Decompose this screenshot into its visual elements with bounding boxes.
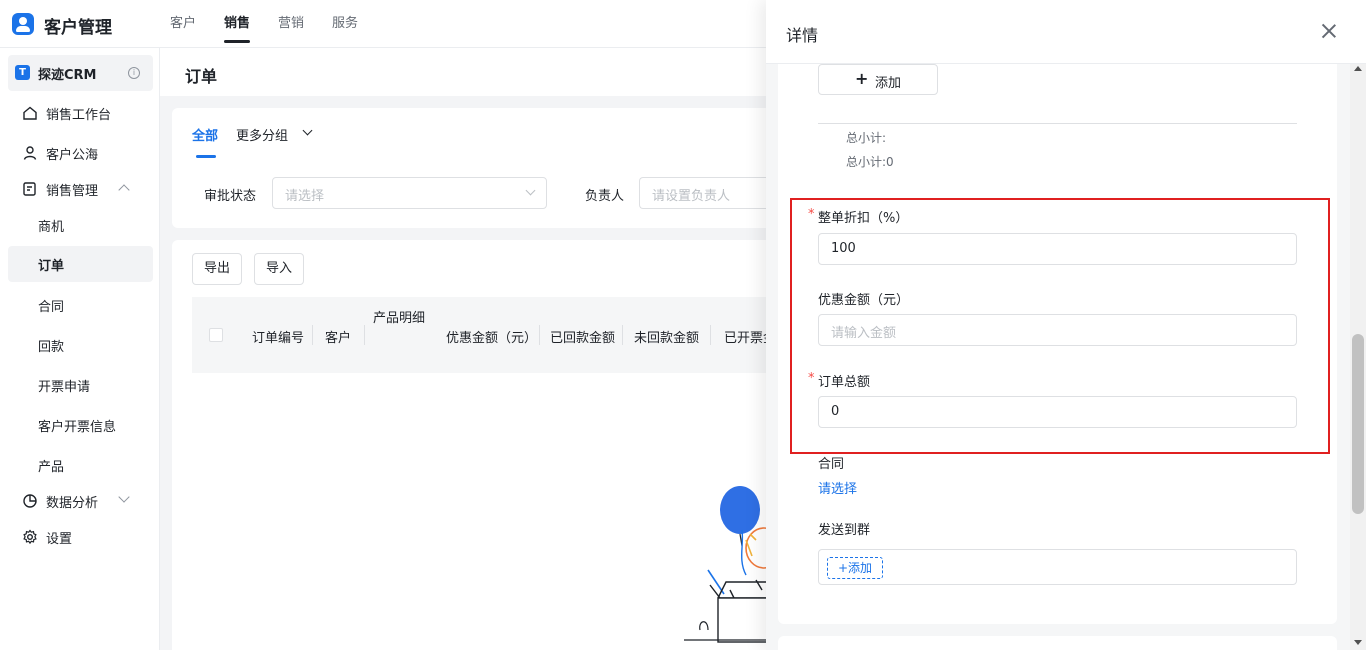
sidebar: T 探迹CRM i 销售工作台 客户公海 销售管理 商机 订单 合同 回款 开票… bbox=[0, 48, 160, 650]
sidebar-item-label: 数据分析 bbox=[46, 496, 99, 511]
column-divider bbox=[710, 325, 711, 345]
highlight-box bbox=[790, 198, 1330, 454]
add-group-button[interactable]: +添加 bbox=[827, 557, 883, 579]
chevron-down-icon bbox=[118, 491, 130, 503]
subtotal-line-2: 总小计:0 bbox=[846, 155, 894, 169]
contract-select-link[interactable]: 请选择 bbox=[818, 478, 857, 497]
export-button[interactable]: 导出 bbox=[192, 253, 243, 285]
scroll-up-icon[interactable] bbox=[1354, 66, 1362, 71]
workspace-switcher[interactable]: T 探迹CRM i bbox=[8, 55, 153, 91]
sidebar-item-label: 订单 bbox=[38, 259, 65, 274]
nav-service[interactable]: 服务 bbox=[332, 0, 372, 48]
sidebar-item-label: 商机 bbox=[38, 220, 65, 235]
sidebar-item-label: 设置 bbox=[46, 532, 73, 547]
drawer-header: 详情 bbox=[766, 0, 1366, 64]
pie-chart-icon bbox=[23, 494, 37, 508]
top-nav: 客户 销售 营销 服务 bbox=[170, 0, 386, 48]
sidebar-item-label: 合同 bbox=[38, 300, 65, 315]
sidebar-item-product[interactable]: 产品 bbox=[8, 447, 153, 483]
page-title: 订单 bbox=[185, 67, 218, 86]
chevron-up-icon bbox=[118, 184, 130, 196]
sidebar-item-label: 开票申请 bbox=[38, 380, 91, 395]
info-icon[interactable]: i bbox=[128, 67, 140, 79]
column-divider bbox=[364, 325, 365, 345]
chevron-down-icon[interactable] bbox=[302, 125, 313, 136]
send-to-group-box: +添加 bbox=[818, 549, 1297, 585]
column-divider bbox=[539, 325, 540, 345]
sidebar-item-label: 销售管理 bbox=[46, 184, 99, 199]
column-divider bbox=[312, 325, 313, 345]
select-all-checkbox[interactable] bbox=[209, 328, 223, 342]
scroll-thumb[interactable] bbox=[1352, 334, 1364, 514]
chevron-down-icon bbox=[525, 185, 536, 196]
sidebar-item-label: 回款 bbox=[38, 340, 65, 355]
nav-marketing[interactable]: 营销 bbox=[278, 0, 318, 48]
sidebar-item-orders[interactable]: 订单 bbox=[8, 246, 153, 282]
contract-label: 合同 bbox=[818, 457, 845, 472]
sidebar-item-data-analysis[interactable]: 数据分析 bbox=[8, 483, 153, 519]
sidebar-item-workbench[interactable]: 销售工作台 bbox=[8, 95, 153, 131]
column-unreceived-amount[interactable]: 未回款金额 bbox=[634, 327, 699, 346]
column-customer[interactable]: 客户 bbox=[325, 327, 351, 346]
sidebar-item-contract[interactable]: 合同 bbox=[8, 287, 153, 323]
gear-icon bbox=[23, 529, 37, 545]
edit-icon bbox=[23, 182, 36, 196]
scroll-down-icon[interactable] bbox=[1354, 640, 1362, 645]
add-product-button[interactable]: + 添加 bbox=[818, 64, 938, 95]
sidebar-item-label: 产品 bbox=[38, 460, 65, 475]
column-discount-amount[interactable]: 优惠金额（元） bbox=[446, 327, 537, 346]
sidebar-item-label: 客户公海 bbox=[46, 148, 99, 163]
sidebar-item-invoice-request[interactable]: 开票申请 bbox=[8, 367, 153, 403]
sidebar-item-label: 客户开票信息 bbox=[38, 420, 117, 435]
divider bbox=[818, 123, 1297, 124]
sidebar-item-opportunity[interactable]: 商机 bbox=[8, 207, 153, 243]
column-group-product-detail: 产品明细 bbox=[373, 311, 426, 326]
column-order-number[interactable]: 订单编号 bbox=[252, 327, 304, 346]
column-received-amount[interactable]: 已回款金额 bbox=[550, 327, 615, 346]
tab-more-groups[interactable]: 更多分组 bbox=[236, 125, 288, 144]
owner-select[interactable]: 请设置负责人 bbox=[639, 177, 766, 209]
nav-customer[interactable]: 客户 bbox=[170, 0, 210, 48]
sidebar-item-label: 销售工作台 bbox=[46, 108, 112, 123]
sidebar-item-sales-management[interactable]: 销售管理 bbox=[8, 171, 153, 207]
home-icon bbox=[23, 106, 37, 120]
sidebar-item-payment[interactable]: 回款 bbox=[8, 327, 153, 363]
nav-sales[interactable]: 销售 bbox=[224, 0, 264, 48]
approval-status-placeholder: 请选择 bbox=[285, 189, 325, 204]
sidebar-item-public-pool[interactable]: 客户公海 bbox=[8, 135, 153, 171]
send-to-group-label: 发送到群 bbox=[818, 523, 871, 538]
plus-icon: + bbox=[855, 69, 869, 88]
sidebar-item-settings[interactable]: 设置 bbox=[8, 519, 153, 555]
import-button[interactable]: 导入 bbox=[254, 253, 305, 285]
active-tab-indicator bbox=[196, 155, 216, 158]
app-logo-icon bbox=[12, 13, 34, 35]
drawer-title: 详情 bbox=[786, 26, 819, 45]
user-icon bbox=[23, 146, 37, 160]
owner-label: 负责人 bbox=[585, 189, 625, 204]
app-title: 客户管理 bbox=[44, 18, 112, 38]
table-header: 订单编号 客户 产品明细 优惠金额（元） 已回款金额 未回款金额 已开票金 bbox=[192, 297, 776, 373]
close-icon[interactable] bbox=[1322, 24, 1336, 38]
drawer-next-section bbox=[778, 636, 1337, 650]
workspace-label: 探迹CRM bbox=[38, 68, 97, 83]
owner-placeholder: 请设置负责人 bbox=[652, 189, 731, 204]
crm-logo-icon: T bbox=[15, 65, 30, 80]
add-button-label: 添加 bbox=[875, 76, 902, 91]
column-divider bbox=[622, 325, 623, 345]
filter-panel: 全部 更多分组 审批状态 请选择 负责人 请设置负责人 bbox=[172, 108, 766, 228]
approval-status-label: 审批状态 bbox=[204, 189, 257, 204]
subtotal-line-1: 总小计: bbox=[846, 131, 887, 145]
tab-all[interactable]: 全部 bbox=[192, 125, 218, 144]
approval-status-select[interactable]: 请选择 bbox=[272, 177, 547, 209]
drawer-scrollbar[interactable] bbox=[1350, 64, 1366, 650]
sidebar-item-customer-invoice-info[interactable]: 客户开票信息 bbox=[8, 407, 153, 443]
empty-state-illustration bbox=[684, 486, 770, 643]
page-header: 订单 bbox=[160, 48, 766, 96]
order-list-panel: 导出 导入 订单编号 客户 产品明细 优惠金额（元） 已回款金额 未回款金额 已… bbox=[172, 240, 776, 650]
